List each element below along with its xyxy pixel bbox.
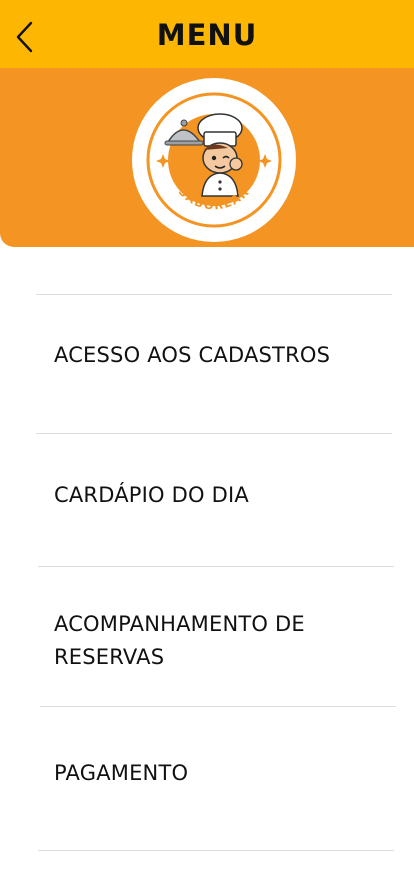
- chevron-left-icon: [16, 21, 33, 53]
- divider: [40, 706, 396, 707]
- divider: [38, 566, 394, 567]
- menu-item-acompanhamento-reservas[interactable]: ACOMPANHAMENTO DE RESERVAS: [54, 608, 354, 674]
- menu-item-acesso-cadastros[interactable]: ACESSO AOS CADASTROS: [54, 339, 374, 372]
- divider: [36, 294, 392, 295]
- divider: [36, 433, 392, 434]
- menu-item-pagamento[interactable]: PAGAMENTO: [54, 757, 374, 790]
- divider: [38, 850, 394, 851]
- saborear-logo: SABOREAR: [132, 78, 296, 242]
- menu-item-cardapio-do-dia[interactable]: CARDÁPIO DO DIA: [54, 479, 374, 512]
- page-title: MENU: [156, 18, 258, 52]
- top-bar: MENU: [0, 0, 414, 68]
- back-button[interactable]: [10, 19, 40, 55]
- chef-mascot-icon: SABOREAR: [132, 78, 296, 242]
